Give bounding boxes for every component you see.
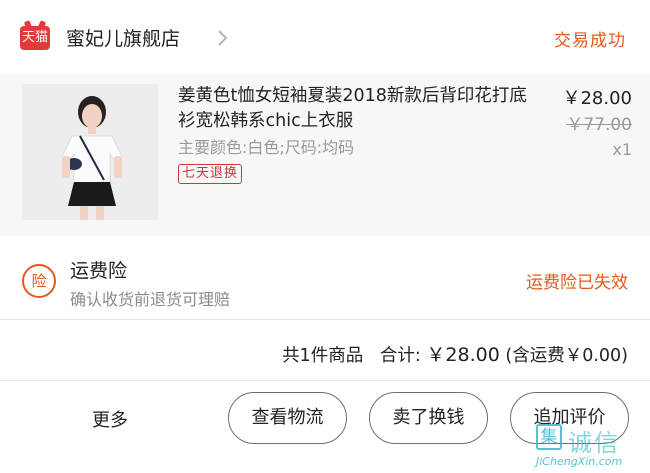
add-review-button[interactable]: 追加评价	[510, 392, 629, 444]
shop-name[interactable]: 蜜妃儿旗舰店	[66, 24, 180, 51]
product-image[interactable]	[22, 84, 158, 220]
price-current: ￥28.00	[562, 88, 632, 109]
price-original: ￥77.00	[566, 115, 632, 135]
total-amount: ￥28.00	[426, 344, 500, 366]
view-logistics-button[interactable]: 查看物流	[228, 392, 347, 444]
tmall-logo-icon: 天猫	[20, 26, 50, 50]
shipping-note: (含运费￥0.00)	[505, 346, 628, 366]
sum-label: 合计:	[379, 346, 421, 366]
insurance-circle-icon: 险	[22, 264, 56, 298]
chevron-right-icon[interactable]	[212, 28, 232, 48]
more-button[interactable]: 更多	[92, 406, 128, 432]
order-total: 共1件商品 合计: ￥28.00 (含运费￥0.00)	[0, 321, 650, 381]
product-spec: 主要颜色:白色;尺码:均码	[178, 138, 355, 157]
insurance-subtitle: 确认收货前退货可理赔	[70, 290, 231, 309]
product-title[interactable]: 姜黄色t恤女短袖夏装2018新款后背印花打底衫宽松韩系chic上衣服	[178, 84, 528, 134]
insurance-title: 运费险	[70, 260, 128, 282]
order-status: 交易成功	[554, 31, 626, 51]
seven-day-return-badge: 七天退换	[178, 164, 243, 184]
total-summary: 共1件商品 合计: ￥28.00 (含运费￥0.00)	[282, 340, 628, 367]
resell-button[interactable]: 卖了换钱	[369, 392, 488, 444]
shipping-insurance[interactable]: 险 运费险 确认收货前退货可理赔 运费险已失效	[0, 236, 650, 320]
shop-header[interactable]: 天猫 蜜妃儿旗舰店 交易成功	[0, 0, 650, 74]
item-count: 共1件商品	[282, 346, 364, 366]
insurance-status: 运费险已失效	[526, 273, 628, 293]
quantity: x1	[612, 140, 632, 159]
product-item[interactable]: 姜黄色t恤女短袖夏装2018新款后背印花打底衫宽松韩系chic上衣服 主要颜色:…	[0, 74, 650, 236]
order-actions: 更多 查看物流 卖了换钱 追加评价	[0, 382, 650, 473]
